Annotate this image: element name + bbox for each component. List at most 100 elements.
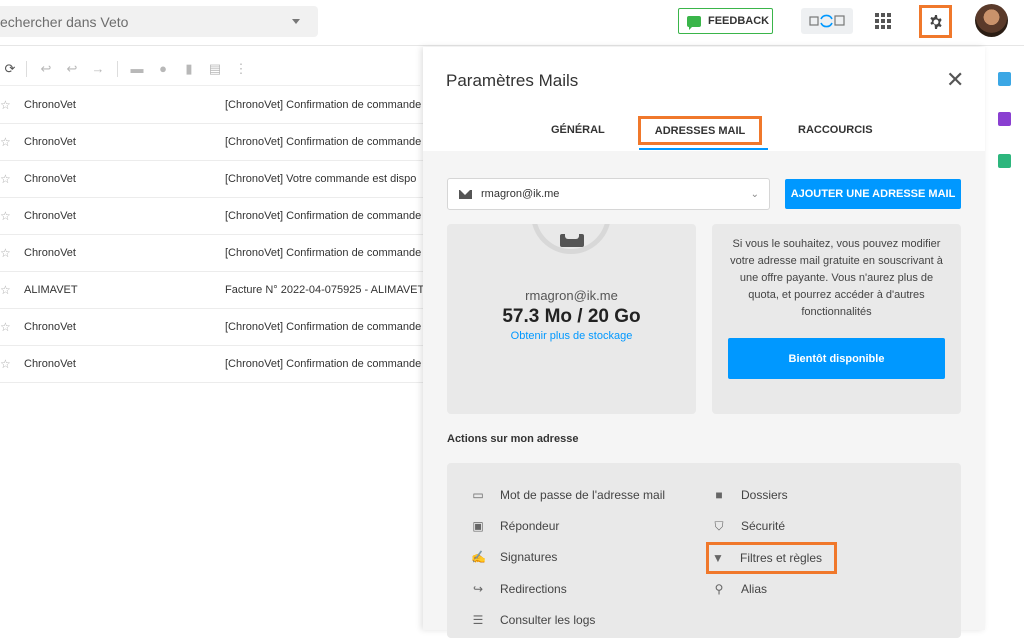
key-icon: ▭	[472, 488, 484, 502]
star-icon[interactable]: ☆	[0, 209, 24, 223]
forward-icon[interactable]: →	[85, 61, 111, 76]
mailbox-search[interactable]: echercher dans Veto	[0, 6, 318, 37]
action-label: Alias	[741, 582, 768, 596]
envelope-icon	[459, 189, 472, 199]
action-logs[interactable]: ☰ Consulter les logs	[471, 610, 596, 630]
star-icon[interactable]: ☆	[0, 357, 24, 371]
mail-row[interactable]: ☆ ALIMAVET Facture N° 2022-04-075925 - ALI…	[0, 272, 424, 309]
action-label: Consulter les logs	[500, 613, 596, 627]
apps-grid-icon[interactable]	[873, 11, 893, 31]
mail-subject: Facture N° 2022-04-075925 - ALIMAVET	[225, 284, 424, 296]
action-signatures[interactable]: ✍ Signatures	[471, 547, 557, 567]
folder-icon: ■	[715, 488, 723, 502]
mail-row[interactable]: ☆ ChronoVet [ChronoVet] Confirmation de co…	[0, 124, 424, 161]
toolbar-divider	[117, 60, 118, 77]
mail-row[interactable]: ☆ ChronoVet [ChronoVet] Confirmation de co…	[0, 235, 424, 272]
search-input[interactable]: echercher dans Veto	[0, 14, 292, 30]
sync-devices-icon	[809, 14, 845, 28]
right-rail	[988, 47, 1024, 630]
contacts-app-icon[interactable]	[998, 112, 1011, 126]
mail-sender: ChronoVet	[24, 173, 76, 185]
sync-button[interactable]	[801, 8, 853, 34]
feedback-label: FEEDBACK	[708, 15, 770, 27]
signature-icon: ✍	[471, 550, 486, 564]
close-icon[interactable]: ✕	[946, 67, 964, 93]
add-address-button[interactable]: AJOUTER UNE ADRESSE MAIL	[785, 179, 961, 209]
action-label: Redirections	[500, 582, 567, 596]
mail-row[interactable]: ☆ ChronoVet [ChronoVet] Confirmation de co…	[0, 346, 424, 383]
mail-settings-panel: Paramètres Mails ✕ GÉNÉRAL ADRESSES MAIL…	[423, 47, 985, 638]
settings-tabs: GÉNÉRAL ADRESSES MAIL RACCOURCIS	[423, 113, 985, 153]
refresh-icon[interactable]: ⟳	[0, 61, 20, 77]
coming-soon-button[interactable]: Bientôt disponible	[728, 338, 945, 379]
star-icon[interactable]: ☆	[0, 283, 24, 297]
shield-icon: ⛉	[714, 518, 724, 533]
storage-card: rmagron@ik.me 57.3 Mo / 20 Go Obtenir pl…	[447, 224, 696, 414]
move-icon[interactable]: ▤	[202, 61, 228, 77]
action-repondeur[interactable]: ▣ Répondeur	[471, 516, 559, 536]
mail-subject: [ChronoVet] Confirmation de commande	[225, 99, 422, 111]
mail-sender: ChronoVet	[24, 99, 76, 111]
chevron-down-icon[interactable]	[292, 19, 300, 24]
mail-row[interactable]: ☆ ChronoVet [ChronoVet] Confirmation de co…	[0, 309, 424, 346]
selected-address: rmagron@ik.me	[481, 188, 560, 200]
settings-gear-button[interactable]	[919, 5, 952, 38]
action-label: Signatures	[500, 550, 558, 564]
action-label: Sécurité	[741, 519, 786, 533]
reply-all-icon[interactable]: ↩	[59, 61, 85, 77]
star-icon[interactable]: ☆	[0, 172, 24, 186]
calendar-app-icon[interactable]	[998, 72, 1011, 86]
user-avatar[interactable]	[975, 4, 1008, 37]
tab-adresses-mail[interactable]: ADRESSES MAIL	[638, 116, 762, 145]
action-password[interactable]: ▭ Mot de passe de l'adresse mail	[471, 485, 665, 505]
mail-row[interactable]: ☆ ChronoVet [ChronoVet] Votre commande est…	[0, 161, 424, 198]
mail-row[interactable]: ☆ ChronoVet [ChronoVet] Confirmation de co…	[0, 198, 424, 235]
star-icon[interactable]: ☆	[0, 320, 24, 334]
mail-subject: [ChronoVet] Confirmation de commande	[225, 210, 422, 222]
mail-sender: ALIMAVET	[24, 284, 78, 296]
actions-card: ▭ Mot de passe de l'adresse mail ▣ Répon…	[447, 463, 961, 638]
more-storage-link[interactable]: Obtenir plus de stockage	[447, 330, 696, 342]
panel-title: Paramètres Mails	[446, 71, 579, 90]
tasks-app-icon[interactable]	[998, 154, 1011, 168]
spam-icon[interactable]: ●	[150, 61, 176, 76]
archive-icon[interactable]: ▬	[124, 61, 150, 76]
mail-sender: ChronoVet	[24, 247, 76, 259]
mail-sender: ChronoVet	[24, 210, 76, 222]
storage-email: rmagron@ik.me	[525, 288, 618, 303]
address-select[interactable]: rmagron@ik.me ⌄	[447, 178, 770, 210]
star-icon[interactable]: ☆	[0, 246, 24, 260]
tab-general[interactable]: GÉNÉRAL	[551, 124, 605, 136]
mail-sender: ChronoVet	[24, 358, 76, 370]
mail-list: ☆ ChronoVet [ChronoVet] Confirmation de co…	[0, 87, 424, 383]
action-dossiers[interactable]: ■ Dossiers	[712, 485, 787, 505]
filter-icon: ▼	[712, 551, 724, 565]
action-label: Filtres et règles	[740, 551, 823, 565]
trash-icon[interactable]: ▮	[176, 61, 202, 77]
storage-usage: 57.3 Mo / 20 Go	[502, 306, 641, 327]
mail-subject: [ChronoVet] Votre commande est dispo	[225, 173, 417, 185]
mail-subject: [ChronoVet] Confirmation de commande	[225, 358, 422, 370]
chevron-down-icon: ⌄	[750, 188, 759, 200]
upgrade-card: Si vous le souhaitez, vous pouvez modifi…	[712, 224, 961, 414]
action-alias[interactable]: ⚲ Alias	[712, 579, 767, 599]
toolbar-divider	[26, 60, 27, 77]
inbox-icon	[560, 234, 584, 247]
feedback-button[interactable]: FEEDBACK	[678, 8, 773, 34]
mail-sender: ChronoVet	[24, 321, 76, 333]
top-bar: echercher dans Veto FEEDBACK	[0, 0, 1024, 46]
reply-icon[interactable]: ↩	[33, 61, 59, 77]
action-redirections[interactable]: ↪ Redirections	[471, 579, 567, 599]
star-icon[interactable]: ☆	[0, 98, 24, 112]
redirect-icon: ↪	[472, 582, 484, 596]
mail-row[interactable]: ☆ ChronoVet [ChronoVet] Confirmation de co…	[0, 87, 424, 124]
action-label: Mot de passe de l'adresse mail	[500, 488, 666, 502]
active-tab-indicator	[639, 148, 768, 150]
action-filtres[interactable]: ▼ Filtres et règles	[706, 542, 838, 574]
mail-sender: ChronoVet	[24, 136, 76, 148]
more-vertical-icon[interactable]: ⋮	[228, 61, 254, 77]
tab-raccourcis[interactable]: RACCOURCIS	[798, 124, 873, 136]
star-icon[interactable]: ☆	[0, 135, 24, 149]
action-securite[interactable]: ⛉ Sécurité	[712, 516, 785, 536]
panel-body: rmagron@ik.me ⌄ AJOUTER UNE ADRESSE MAIL…	[423, 151, 985, 638]
